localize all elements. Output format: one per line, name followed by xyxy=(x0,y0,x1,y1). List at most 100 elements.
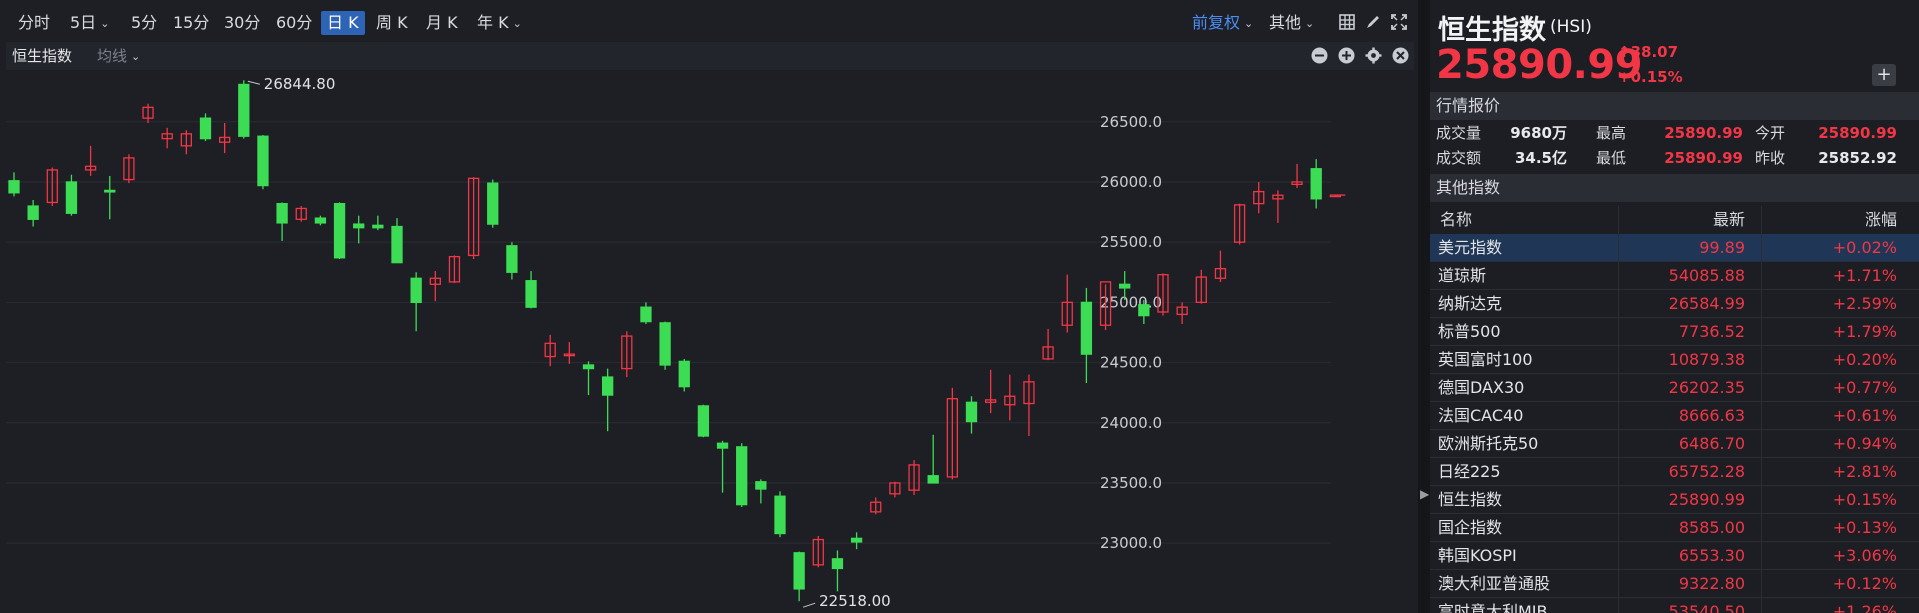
candle-down xyxy=(697,405,710,437)
index-row-change: +2.59% xyxy=(1832,294,1897,313)
index-row-change: +1.71% xyxy=(1832,266,1897,285)
candle-down xyxy=(736,446,748,506)
index-row-change: +0.77% xyxy=(1832,378,1897,397)
index-row[interactable]: 国企指数 8585.00 +0.13% xyxy=(1430,514,1919,542)
chart-title: 恒生指数 xyxy=(12,47,73,65)
index-row-change: +3.06% xyxy=(1832,546,1897,565)
column-divider xyxy=(1618,206,1619,613)
quote-value: 34.5亿 xyxy=(1514,149,1567,167)
index-code: (HSI) xyxy=(1550,17,1592,37)
period-5min[interactable]: 5分 xyxy=(131,11,157,35)
candle-down xyxy=(238,83,250,137)
index-row-name: 富时意大利MIB xyxy=(1438,602,1548,613)
index-row-name: 恒生指数 xyxy=(1438,490,1503,509)
others-section-title: 其他指数 xyxy=(1430,174,1919,202)
index-row-change: +2.81% xyxy=(1832,462,1897,481)
settings-icon[interactable] xyxy=(1365,47,1382,64)
minus-icon[interactable] xyxy=(1311,47,1328,64)
draw-icon[interactable] xyxy=(1364,13,1382,31)
low-label: 22518.00 xyxy=(819,592,891,610)
others-table-header: 名称 最新 涨幅 xyxy=(1430,206,1919,234)
y-tick-label: 26500.0 xyxy=(1100,113,1162,131)
period-yearly-k-label: 年 K xyxy=(477,13,509,32)
quote-label: 最低 xyxy=(1596,149,1627,167)
candle-down xyxy=(582,364,595,370)
candle-down xyxy=(659,322,671,366)
index-row[interactable]: 韩国KOSPI 6553.30 +3.06% xyxy=(1430,542,1919,570)
index-row-change: +1.26% xyxy=(1832,602,1897,613)
last-price: 25890.99 xyxy=(1436,42,1643,88)
index-row[interactable]: 纳斯达克 26584.99 +2.59% xyxy=(1430,290,1919,318)
index-row-name: 韩国KOSPI xyxy=(1438,546,1517,565)
add-watchlist-button[interactable]: + xyxy=(1872,64,1896,86)
index-row[interactable]: 英国富时100 10879.38 +0.20% xyxy=(1430,346,1919,374)
close-icon[interactable] xyxy=(1392,47,1409,64)
index-row[interactable]: 德国DAX30 26202.35 +0.77% xyxy=(1430,374,1919,402)
col-price-header: 最新 xyxy=(1712,210,1745,229)
candle-down xyxy=(372,224,384,229)
y-tick-label: 24500.0 xyxy=(1100,354,1162,372)
layout-icon[interactable] xyxy=(1338,13,1356,31)
period-5day[interactable]: 5日 ⌄ xyxy=(70,11,109,35)
other-dropdown[interactable]: 其他 ⌄ xyxy=(1269,11,1314,35)
candlestick-chart[interactable]: 26500.0 26000.0 25500.0 25000.0 24500.0 24000… xyxy=(6,70,1414,613)
collapse-arrow-icon[interactable]: ▶ xyxy=(1420,487,1429,501)
index-row-price: 6486.70 xyxy=(1678,434,1745,453)
period-15min[interactable]: 15分 xyxy=(173,11,209,35)
index-row-name: 英国富时100 xyxy=(1438,350,1533,369)
y-tick-label: 25000.0 xyxy=(1100,293,1162,311)
index-row-price: 25890.99 xyxy=(1668,490,1745,509)
up-arrow-icon: ↑ xyxy=(1618,43,1631,61)
candle-down xyxy=(850,537,863,543)
index-row-name: 国企指数 xyxy=(1438,518,1503,537)
ma-dropdown[interactable]: 均线 ⌄ xyxy=(97,45,140,66)
chevron-down-icon: ⌄ xyxy=(131,50,141,63)
index-row[interactable]: 澳大利亚普通股 9322.80 +0.12% xyxy=(1430,570,1919,598)
index-row[interactable]: 标普500 7736.52 +1.79% xyxy=(1430,318,1919,346)
quote-label: 昨收 xyxy=(1755,149,1786,167)
index-row-price: 8585.00 xyxy=(1678,518,1745,537)
low-marker xyxy=(802,602,816,608)
candle-down xyxy=(1310,168,1322,200)
index-row[interactable]: 美元指数 99.89 +0.02% xyxy=(1430,234,1919,262)
candle-down xyxy=(1138,304,1150,317)
index-row-price: 6553.30 xyxy=(1678,546,1745,565)
index-row[interactable]: 富时意大利MIB 53540.50 +1.26% xyxy=(1430,598,1919,613)
y-tick-label: 23500.0 xyxy=(1100,474,1162,492)
index-row[interactable]: 法国CAC40 8666.63 +0.61% xyxy=(1430,402,1919,430)
adjust-dropdown[interactable]: 前复权 ⌄ xyxy=(1192,11,1253,35)
index-row-price: 54085.88 xyxy=(1668,266,1745,285)
period-intraday[interactable]: 分时 xyxy=(18,11,50,35)
index-row[interactable]: 欧洲斯托克50 6486.70 +0.94% xyxy=(1430,430,1919,458)
index-row-change: +0.12% xyxy=(1832,574,1897,593)
fullscreen-icon[interactable] xyxy=(1390,13,1408,31)
period-yearly-k[interactable]: 年 K ⌄ xyxy=(477,11,522,35)
index-row-name: 德国DAX30 xyxy=(1438,378,1525,397)
index-row[interactable]: 日经225 65752.28 +2.81% xyxy=(1430,458,1919,486)
period-weekly-k[interactable]: 周 K xyxy=(376,11,408,35)
high-label: 26844.80 xyxy=(264,75,336,93)
chevron-down-icon: ⌄ xyxy=(512,17,522,30)
index-row-name: 美元指数 xyxy=(1438,238,1503,257)
index-row-change: +1.79% xyxy=(1832,322,1897,341)
panel-divider[interactable] xyxy=(1418,0,1430,613)
plus-icon[interactable] xyxy=(1338,47,1355,64)
index-row-name: 欧洲斯托克50 xyxy=(1438,434,1539,453)
quote-label: 成交量 xyxy=(1436,124,1482,142)
candle-down xyxy=(391,225,403,264)
quote-row: 成交额 34.5亿 最低 25890.99 昨收 25852.92 xyxy=(1430,146,1919,171)
period-60min[interactable]: 60分 xyxy=(276,11,312,35)
period-30min[interactable]: 30分 xyxy=(224,11,260,35)
candle-down xyxy=(774,495,786,535)
index-row[interactable]: 道琼斯 54085.88 +1.71% xyxy=(1430,262,1919,290)
adjust-label: 前复权 xyxy=(1192,13,1241,32)
chart-panel: 分时 5日 ⌄ 5分 15分 30分 60分 日 K 周 K 月 K 年 K ⌄ 前… xyxy=(0,0,1418,613)
index-row-change: +0.13% xyxy=(1832,518,1897,537)
quote-panel: 恒生指数 (HSI) 25890.99 ↑38.07 +0.15% + 行情报价… xyxy=(1430,0,1919,613)
chart-subbar: 恒生指数 均线 ⌄ xyxy=(6,42,1414,70)
period-daily-k[interactable]: 日 K xyxy=(321,11,365,35)
period-monthly-k[interactable]: 月 K xyxy=(426,11,458,35)
index-row-price: 7736.52 xyxy=(1678,322,1745,341)
quote-row: 成交量 9680万 最高 25890.99 今开 25890.99 xyxy=(1430,121,1919,146)
index-row[interactable]: 恒生指数 25890.99 +0.15% xyxy=(1430,486,1919,514)
